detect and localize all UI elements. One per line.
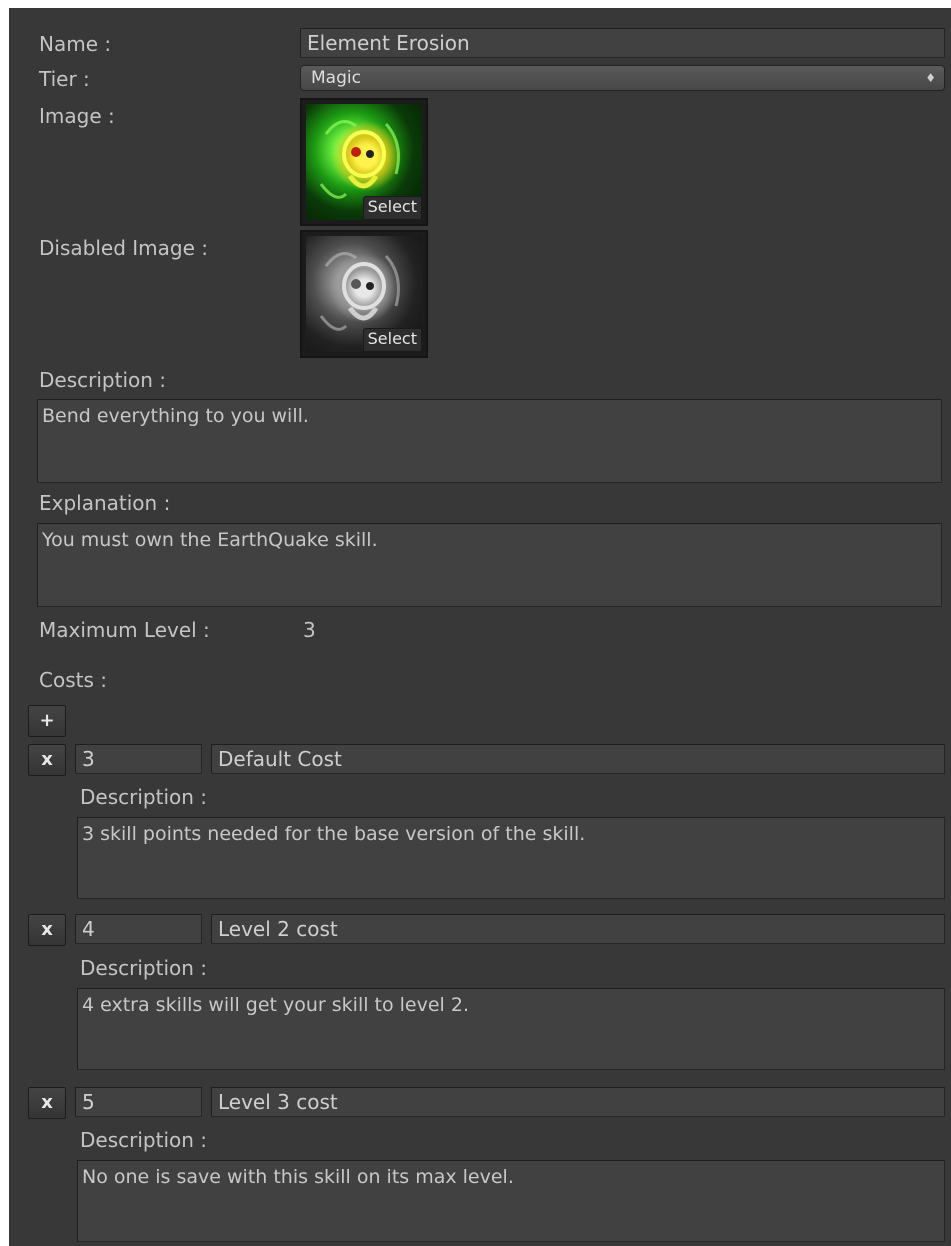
tier-dropdown-value: Magic — [311, 68, 361, 88]
disabled-image-select-button[interactable]: Select — [362, 328, 422, 352]
image-label: Image : — [39, 104, 115, 128]
disabled-image-picker[interactable]: Select — [300, 230, 428, 358]
cost-description-textarea[interactable]: No one is save with this skill on its ma… — [77, 1160, 945, 1242]
remove-cost-button[interactable]: x — [28, 914, 66, 946]
cost-description-textarea[interactable]: 3 skill points needed for the base versi… — [77, 817, 945, 899]
inspector-panel: Name : Element Erosion Tier : Magic ♦ Im… — [9, 8, 951, 1246]
cost-description-label: Description : — [80, 956, 208, 980]
cost-amount-field[interactable]: 3 — [75, 744, 202, 774]
description-label: Description : — [39, 368, 167, 392]
cost-amount-field[interactable]: 4 — [75, 914, 202, 944]
image-select-button[interactable]: Select — [362, 196, 422, 220]
cost-description-label: Description : — [80, 1128, 208, 1152]
name-label: Name : — [39, 32, 112, 56]
skull-icon: Select — [306, 104, 422, 220]
description-textarea[interactable]: Bend everything to you will. — [37, 399, 942, 483]
tier-label: Tier : — [39, 67, 90, 91]
remove-cost-button[interactable]: x — [28, 744, 66, 776]
add-cost-button[interactable]: + — [28, 705, 66, 737]
explanation-label: Explanation : — [39, 491, 171, 515]
tier-dropdown[interactable]: Magic ♦ — [300, 65, 945, 91]
cost-amount-field[interactable]: 5 — [75, 1087, 202, 1117]
cost-description-label: Description : — [80, 785, 208, 809]
cost-name-field[interactable]: Level 2 cost — [211, 914, 945, 944]
remove-cost-button[interactable]: x — [28, 1087, 66, 1119]
image-picker[interactable]: Select — [300, 98, 428, 226]
explanation-textarea[interactable]: You must own the EarthQuake skill. — [37, 523, 942, 607]
costs-label: Costs : — [39, 668, 107, 692]
skull-gray-icon: Select — [306, 236, 422, 352]
cost-name-field[interactable]: Level 3 cost — [211, 1087, 945, 1117]
cost-name-field[interactable]: Default Cost — [211, 744, 945, 774]
max-level-label: Maximum Level : — [39, 618, 210, 642]
dropdown-arrows-icon: ♦ — [925, 71, 936, 85]
max-level-value: 3 — [303, 618, 316, 642]
disabled-image-label: Disabled Image : — [39, 236, 208, 260]
name-field[interactable]: Element Erosion — [300, 28, 945, 58]
cost-description-textarea[interactable]: 4 extra skills will get your skill to le… — [77, 988, 945, 1070]
